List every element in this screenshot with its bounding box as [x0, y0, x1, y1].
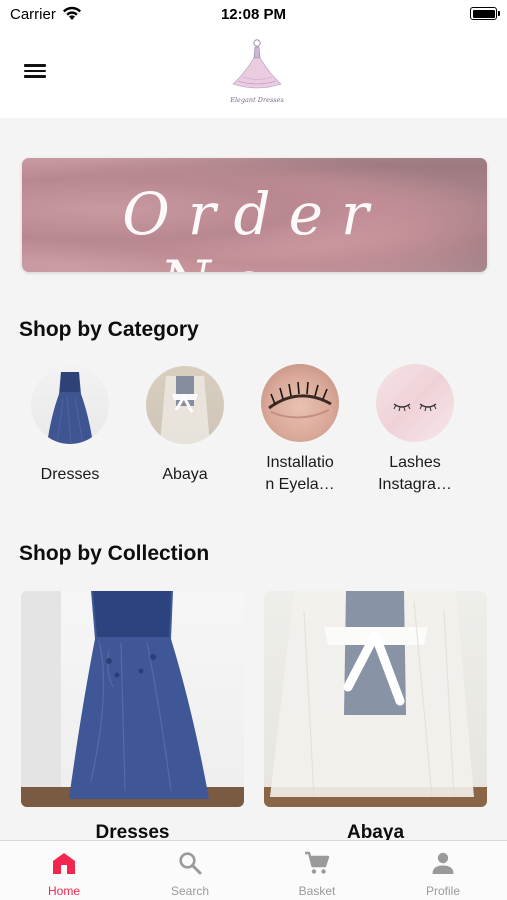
tab-home[interactable]: Home	[1, 841, 127, 900]
app-header: Elegant Dresses	[0, 30, 507, 118]
tab-label: Profile	[425, 884, 460, 898]
category-item-eyelash-installation[interactable]: Installatio n Eyela…	[250, 364, 350, 496]
category-label: Lashes Instagra…	[378, 454, 452, 493]
search-icon	[179, 852, 202, 875]
bottom-tab-bar: Home Search Basket Profile	[0, 840, 507, 900]
dresses-thumbnail	[31, 366, 109, 444]
category-section-title: Shop by Category	[19, 318, 199, 341]
collection-section-title: Shop by Collection	[19, 542, 210, 565]
battery-icon	[470, 7, 500, 20]
status-time: 12:08 PM	[220, 6, 287, 23]
home-icon	[53, 853, 75, 874]
category-label: Dresses	[40, 466, 100, 483]
eyelash-thumbnail	[261, 364, 339, 442]
cart-icon	[305, 851, 330, 874]
banner-text: Order Now	[122, 180, 387, 272]
tab-basket[interactable]: Basket	[254, 841, 380, 900]
user-icon	[432, 852, 454, 874]
dress-photo	[21, 591, 244, 807]
svg-text:Elegant Dresses: Elegant Dresses	[229, 96, 284, 104]
hamburger-menu-icon[interactable]	[22, 61, 48, 83]
category-label: Abaya	[162, 466, 208, 483]
abaya-thumbnail	[146, 366, 224, 444]
abaya-photo	[264, 591, 487, 807]
tab-label: Home	[47, 884, 80, 898]
tab-label: Basket	[298, 884, 336, 898]
collection-card-abaya[interactable]	[264, 591, 487, 807]
category-label: Installatio n Eyela…	[265, 454, 335, 493]
dress-logo-icon: Elegant Dresses	[229, 39, 284, 104]
lashes-thumbnail	[376, 364, 454, 442]
status-bar: Carrier 12:08 PM	[0, 0, 507, 30]
category-item-abaya[interactable]: Abaya	[135, 366, 235, 486]
category-item-dresses[interactable]: Dresses	[20, 366, 120, 486]
category-item-lashes-instagram[interactable]: Lashes Instagra…	[365, 364, 465, 496]
tab-search[interactable]: Search	[127, 841, 253, 900]
collection-card-dresses[interactable]	[21, 591, 244, 807]
order-now-banner[interactable]: Order Now	[22, 158, 487, 272]
tab-label: Search	[170, 884, 210, 898]
tab-profile[interactable]: Profile	[380, 841, 506, 900]
